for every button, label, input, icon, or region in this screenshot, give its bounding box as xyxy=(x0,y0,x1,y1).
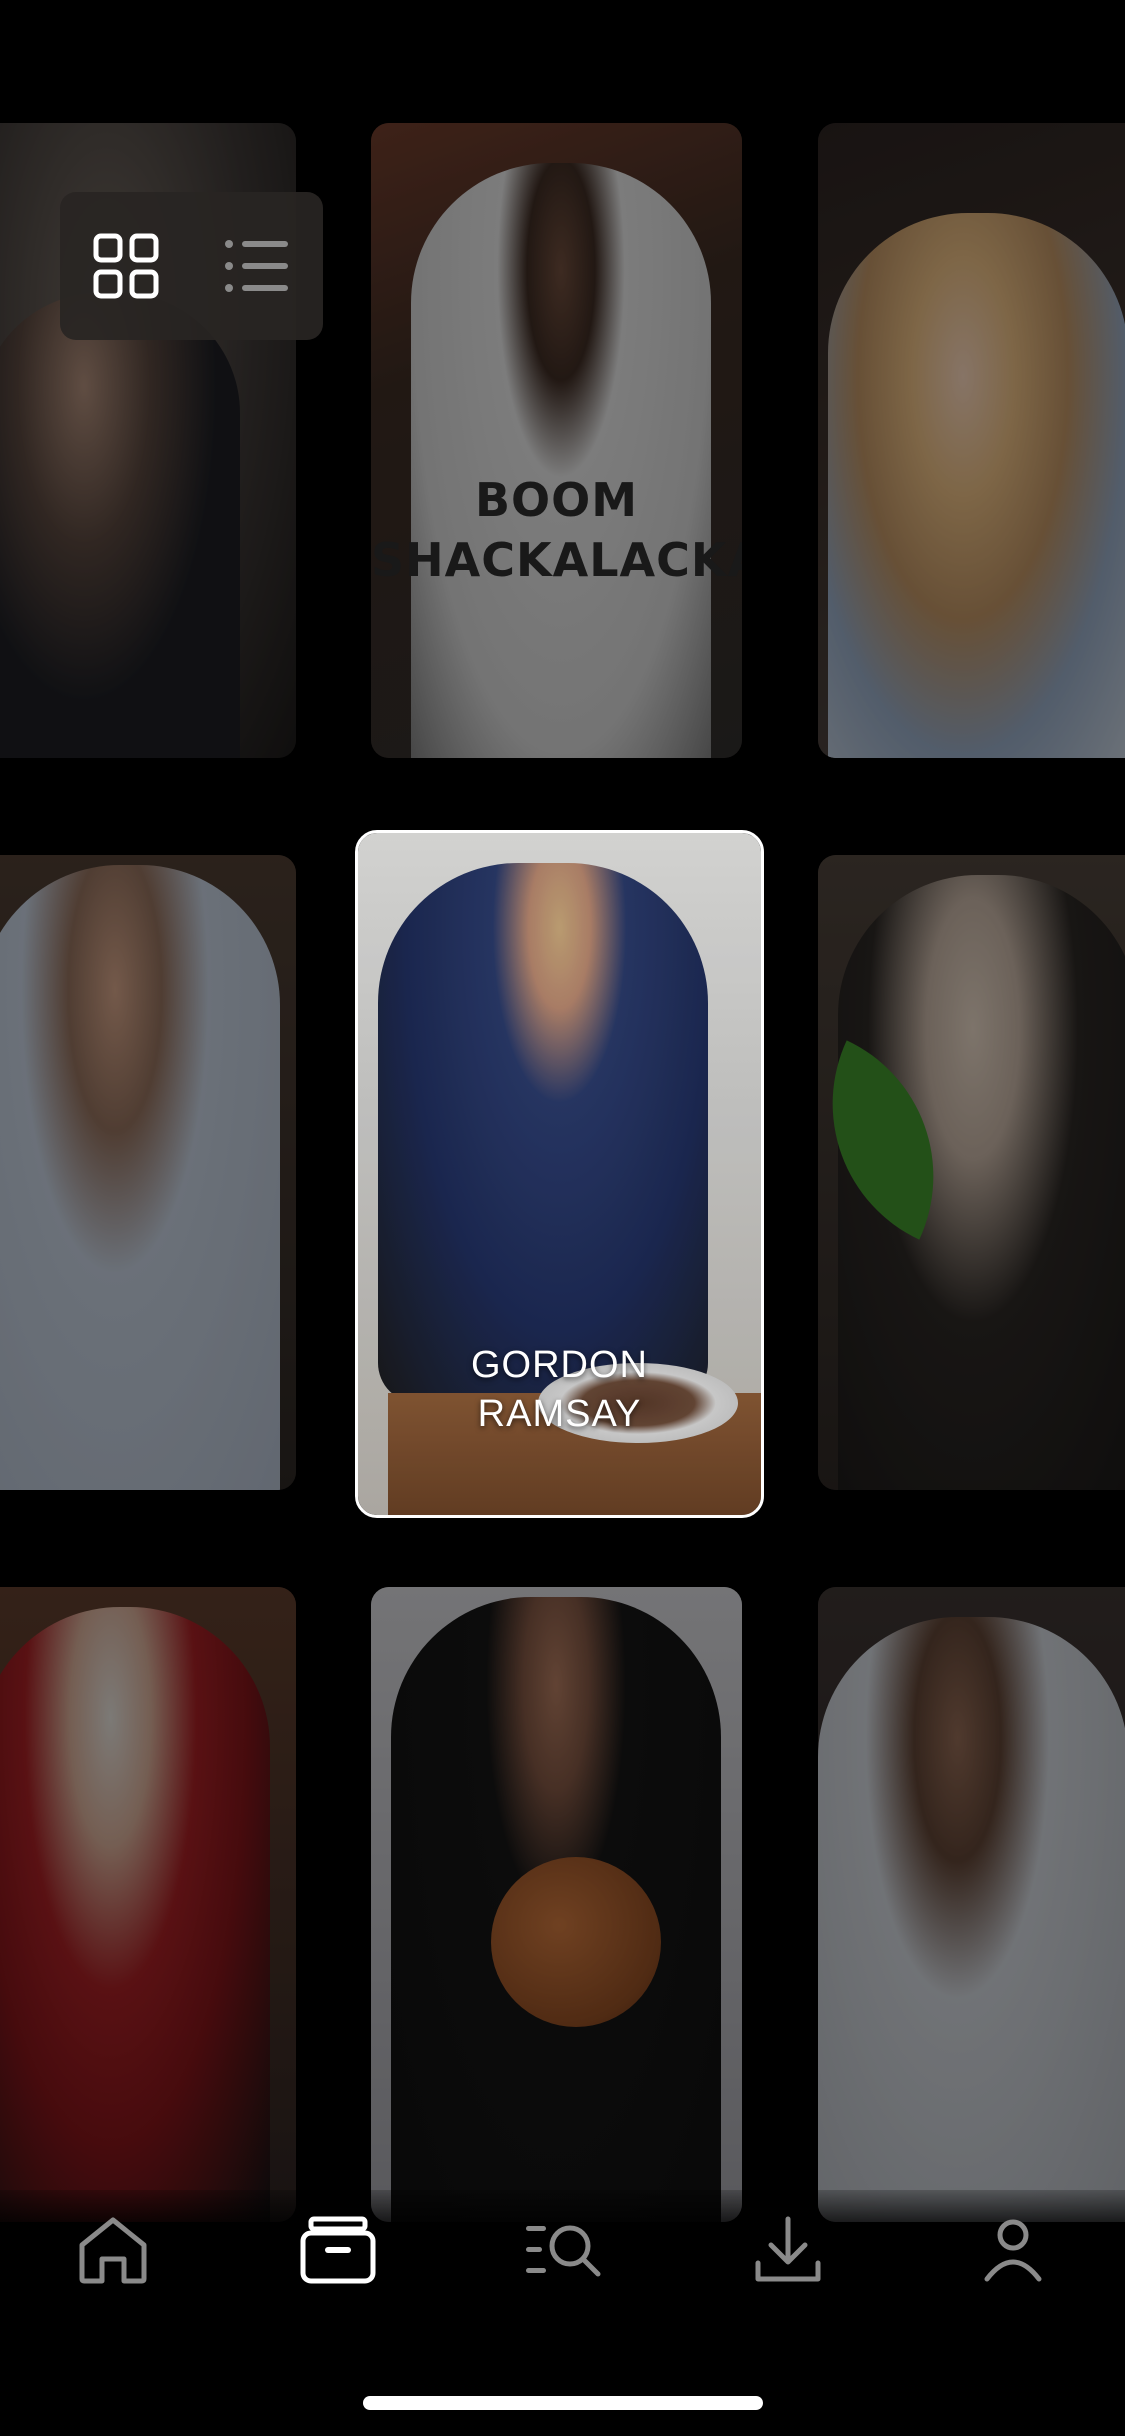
tab-home[interactable] xyxy=(53,2200,173,2300)
instructor-card-row1-center[interactable]: BOOM SHACKALACKA xyxy=(371,123,742,758)
view-toggle xyxy=(60,192,323,340)
list-view-button[interactable] xyxy=(207,216,307,316)
instructor-card-row3-right[interactable] xyxy=(818,1587,1125,2222)
tab-search[interactable] xyxy=(503,2200,623,2300)
instructor-card-row3-center[interactable] xyxy=(371,1587,742,2222)
tab-downloads[interactable] xyxy=(728,2200,848,2300)
instructor-card-featured[interactable]: GORDON RAMSAY xyxy=(355,830,764,1518)
home-indicator[interactable] xyxy=(363,2396,763,2410)
bottom-tab-bar xyxy=(0,2190,1125,2310)
instructor-card-row2-left[interactable] xyxy=(0,855,296,1490)
grid-view-button[interactable] xyxy=(76,216,176,316)
instructor-name-line1: GORDON xyxy=(471,1344,648,1386)
profile-icon xyxy=(984,2219,1041,2282)
download-icon xyxy=(755,2216,820,2282)
grid-icon xyxy=(93,233,159,299)
instructor-card-row3-left[interactable] xyxy=(0,1587,296,2222)
library-icon xyxy=(300,2216,375,2284)
list-icon xyxy=(225,240,289,292)
tab-profile[interactable] xyxy=(953,2200,1073,2300)
search-list-icon xyxy=(525,2225,600,2277)
home-icon xyxy=(79,2217,146,2284)
instructor-grid: BOOM SHACKALACKA GORDON RAMSAY xyxy=(0,0,1125,2436)
instructor-name-line2: RAMSAY xyxy=(477,1393,642,1435)
instructor-card-row2-right[interactable] xyxy=(818,855,1125,1490)
instructor-card-row1-right[interactable] xyxy=(818,123,1125,758)
tab-library[interactable] xyxy=(278,2200,398,2300)
